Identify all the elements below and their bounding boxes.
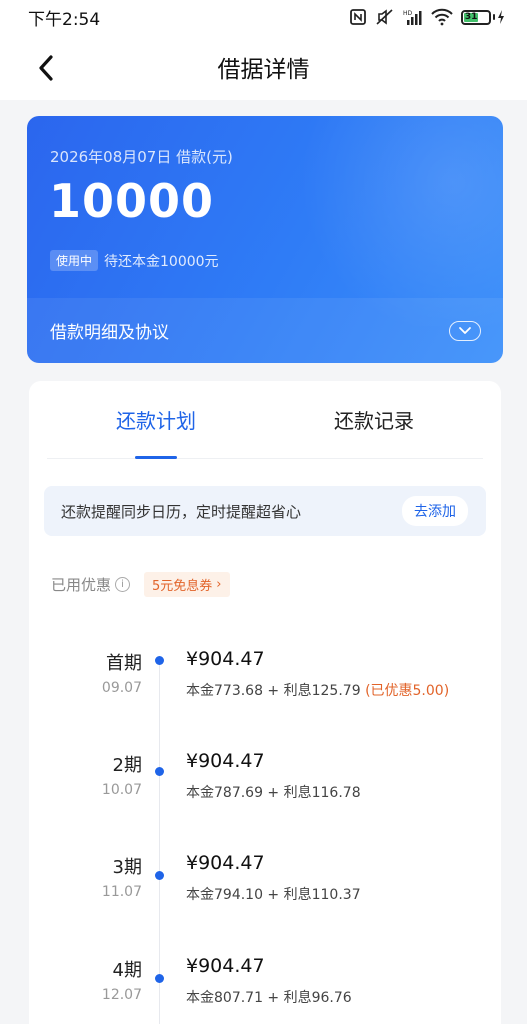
period-amount: ¥904.47	[186, 648, 265, 670]
back-button[interactable]	[30, 52, 62, 84]
principal-interest: 本金773.68 + 利息125.79	[186, 683, 361, 699]
chevron-right-icon: ›	[216, 577, 222, 592]
card-decoration	[243, 116, 503, 326]
svg-text:HD: HD	[403, 10, 413, 17]
discount-row: 已用优惠 i 5元免息券 ›	[51, 572, 230, 597]
coupon-chip[interactable]: 5元免息券 ›	[144, 572, 230, 597]
tab-repayment-records[interactable]: 还款记录	[265, 381, 483, 458]
principal-interest: 本金787.69 + 利息116.78	[186, 785, 361, 801]
period-breakdown: 本金807.71 + 利息96.76	[186, 987, 352, 1007]
period-amount: ¥904.47	[186, 750, 265, 772]
period-breakdown: 本金773.68 + 利息125.79 (已优惠5.00)	[186, 680, 449, 700]
nfc-icon	[349, 8, 367, 26]
loan-detail-link[interactable]: 借款明细及协议	[27, 298, 503, 363]
schedule-item[interactable]: 首期 09.07 ¥904.47 本金773.68 + 利息125.79 (已优…	[29, 643, 501, 733]
loan-detail-label: 借款明细及协议	[50, 323, 169, 343]
discount-label: 已用优惠	[51, 576, 112, 594]
period-label: 4期	[112, 960, 142, 981]
coupon-label: 5元免息券	[152, 579, 213, 594]
status-bar: 下午2:54 HD 31	[0, 0, 527, 34]
nav-bar: 借据详情	[0, 34, 527, 100]
principal-interest: 本金794.10 + 利息110.37	[186, 887, 361, 903]
active-tab-indicator	[135, 456, 177, 459]
period-label: 2期	[112, 755, 142, 776]
battery-level: 31	[464, 11, 479, 22]
period-discount: (已优惠5.00)	[365, 683, 450, 699]
timeline-dot	[155, 656, 164, 665]
wifi-icon	[431, 8, 453, 26]
tab-repayment-plan[interactable]: 还款计划	[47, 381, 265, 459]
tab-label: 还款记录	[334, 409, 414, 433]
status-badge: 使用中	[50, 250, 99, 271]
timeline-dot	[155, 767, 164, 776]
schedule-item[interactable]: 3期 11.07 ¥904.47 本金794.10 + 利息110.37	[29, 849, 501, 939]
reminder-text: 还款提醒同步日历，定时提醒超省心	[61, 502, 302, 521]
mute-icon	[375, 8, 395, 26]
period-breakdown: 本金787.69 + 利息116.78	[186, 782, 361, 802]
period-date: 12.07	[101, 987, 142, 1003]
timeline-dot	[155, 974, 164, 983]
loan-date-label: 2026年08月07日 借款(元)	[50, 148, 233, 166]
principal-interest: 本金807.71 + 利息96.76	[186, 990, 352, 1006]
remaining-principal-text: 待还本金10000元	[104, 253, 219, 270]
battery-icon: 31	[461, 9, 505, 25]
info-icon[interactable]: i	[115, 577, 131, 592]
tab-bar: 还款计划 还款记录	[47, 381, 483, 459]
schedule-item[interactable]: 4期 12.07 ¥904.47 本金807.71 + 利息96.76	[29, 952, 501, 1024]
timeline-dot	[155, 871, 164, 880]
page-title: 借据详情	[217, 57, 310, 83]
status-icons: HD 31	[349, 8, 505, 26]
tab-label: 还款计划	[116, 409, 196, 433]
period-date: 11.07	[101, 884, 142, 900]
period-label: 首期	[106, 653, 142, 674]
repayment-card: 还款计划 还款记录 还款提醒同步日历，定时提醒超省心 去添加 已用优惠 i 5元…	[29, 381, 501, 1024]
period-breakdown: 本金794.10 + 利息110.37	[186, 884, 361, 904]
loan-status-row: 使用中 待还本金10000元	[50, 250, 219, 271]
charging-icon	[498, 10, 504, 24]
expand-button[interactable]	[449, 320, 481, 341]
period-amount: ¥904.47	[186, 852, 265, 874]
loan-amount: 10000	[49, 174, 215, 228]
period-amount: ¥904.47	[186, 955, 265, 977]
chevron-left-icon	[39, 55, 53, 81]
signal-icon: HD	[403, 8, 423, 26]
chevron-down-icon	[459, 327, 471, 334]
loan-summary-card: 2026年08月07日 借款(元) 10000 使用中 待还本金10000元 借…	[27, 116, 503, 363]
add-reminder-button[interactable]: 去添加	[402, 496, 468, 526]
schedule-item[interactable]: 2期 10.07 ¥904.47 本金787.69 + 利息116.78	[29, 747, 501, 837]
calendar-reminder-banner: 还款提醒同步日历，定时提醒超省心 去添加	[44, 486, 486, 536]
period-label: 3期	[112, 857, 142, 878]
period-date: 10.07	[101, 782, 142, 798]
status-time: 下午2:54	[28, 9, 101, 30]
period-date: 09.07	[101, 680, 142, 696]
